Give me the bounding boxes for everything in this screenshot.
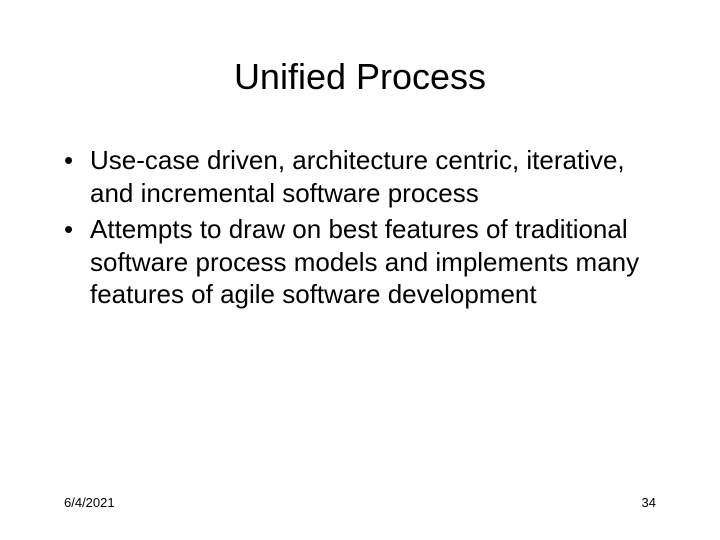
footer-page-number: 34 <box>642 495 656 510</box>
slide: Unified Process Use-case driven, archite… <box>0 0 720 540</box>
list-item: Use-case driven, architecture centric, i… <box>64 144 656 209</box>
footer-date: 6/4/2021 <box>64 495 115 510</box>
bullet-list: Use-case driven, architecture centric, i… <box>64 144 656 311</box>
list-item: Attempts to draw on best features of tra… <box>64 213 656 311</box>
slide-title: Unified Process <box>64 56 656 98</box>
slide-footer: 6/4/2021 34 <box>64 495 656 510</box>
